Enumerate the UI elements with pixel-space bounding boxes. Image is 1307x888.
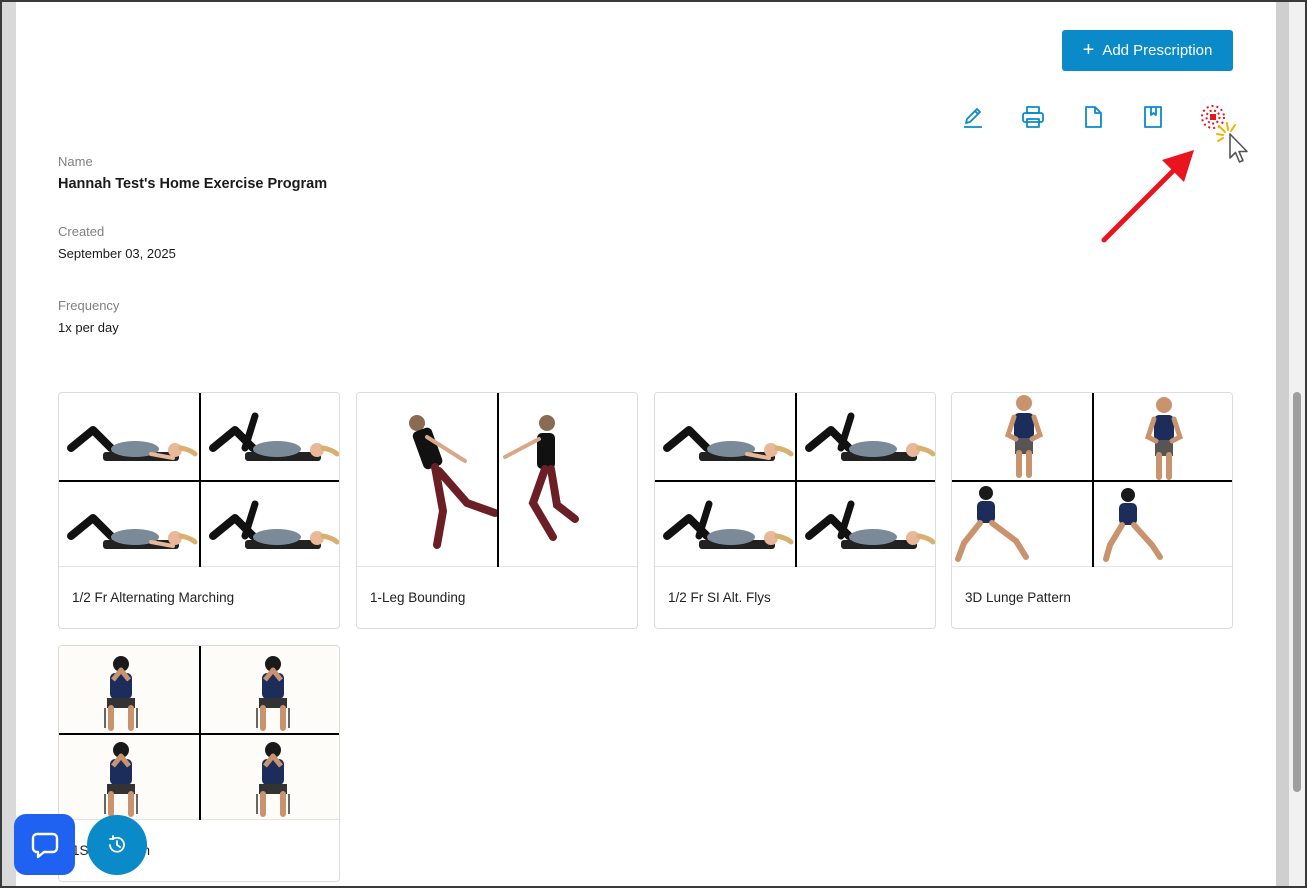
exercise-thumbnail [59, 393, 339, 567]
frequency-value: 1x per day [58, 320, 119, 335]
left-edge [2, 2, 16, 886]
program-name: Hannah Test's Home Exercise Program [58, 176, 328, 192]
app-frame: + Add Prescription Name Hannah Test's Ho… [2, 2, 1305, 886]
exercise-title: 1-Leg Bounding [370, 590, 466, 605]
exercise-title: 3D Lunge Pattern [965, 590, 1071, 605]
exercise-title: 1/2 Fr Alternating Marching [72, 590, 235, 605]
clock-history-icon [109, 835, 125, 853]
print-icon[interactable] [1020, 104, 1046, 130]
edit-icon[interactable] [960, 104, 986, 130]
exercise-thumbnail [357, 393, 637, 567]
add-prescription-button[interactable]: + Add Prescription [1062, 30, 1233, 71]
chat-button[interactable] [14, 814, 75, 875]
mouse-cursor-icon [1216, 122, 1248, 163]
right-gutter [1276, 2, 1289, 886]
history-button[interactable] [87, 815, 147, 875]
exercise-card[interactable]: 1/2 Fr SI Alt. Flys [654, 392, 936, 629]
document-icon[interactable] [1080, 104, 1106, 130]
exercise-thumbnail [59, 646, 339, 820]
add-prescription-label: Add Prescription [1102, 42, 1213, 59]
annotation-arrow [1101, 150, 1194, 243]
exercise-thumbnail [952, 393, 1232, 567]
frequency-label: Frequency [58, 298, 120, 313]
created-date: September 03, 2025 [58, 246, 176, 261]
exercise-card[interactable]: 3D Lunge Pattern [951, 392, 1233, 629]
bookmark-icon[interactable] [1140, 104, 1166, 130]
exercise-card[interactable]: 1/2 Fr Alternating Marching [58, 392, 340, 629]
plus-icon: + [1082, 38, 1095, 61]
chat-bubble-icon [31, 832, 58, 858]
created-label: Created [58, 224, 105, 239]
name-label: Name [58, 154, 93, 169]
exercise-thumbnail [655, 393, 935, 567]
exercise-title: 1/2 Fr SI Alt. Flys [668, 590, 771, 605]
exercise-card[interactable]: 1-Leg Bounding [356, 392, 638, 629]
scrollbar-thumb[interactable] [1293, 392, 1301, 792]
